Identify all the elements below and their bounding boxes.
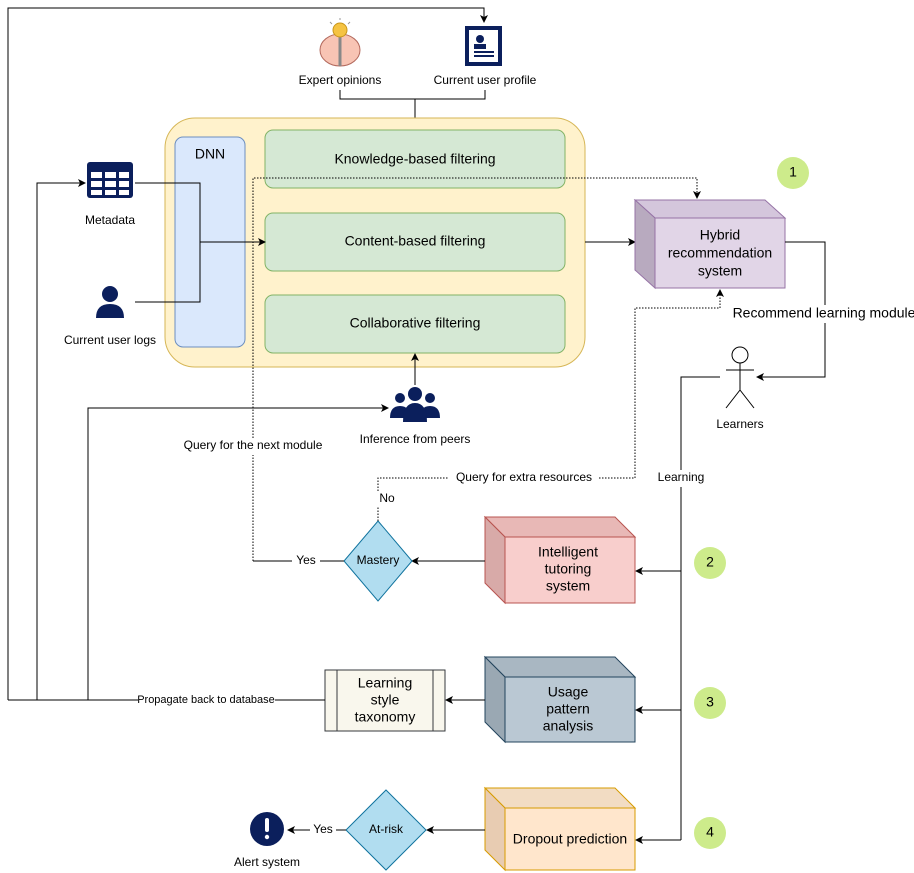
hybrid-label-line3: system [698, 263, 742, 279]
propagate-to-metadata-edge [36, 179, 86, 700]
current-user-profile-label: Current user profile [434, 73, 537, 87]
step-badge-4-label: 4 [706, 824, 714, 840]
query-extra-resources-label: Query for extra resources [456, 470, 592, 484]
yes-alert-label: Yes [313, 822, 333, 836]
propagate-label: Propagate back to database [137, 694, 275, 706]
dropout-prediction-box [483, 786, 637, 872]
learner-actor-icon [725, 346, 755, 409]
recommendation-architecture-diagram: Expert opinions Current user profile DNN… [7, 7, 914, 872]
learning-edge-label: Learning [658, 470, 705, 484]
table-grid-icon [87, 162, 133, 198]
no-label: No [379, 491, 395, 505]
inference-from-peers-label: Inference from peers [360, 432, 471, 446]
hybrid-label-line1: Hybrid [700, 227, 740, 243]
user-profile-card-icon [465, 26, 502, 66]
at-risk-label: At-risk [369, 822, 404, 836]
usage-label-line1: Usage [548, 684, 589, 700]
dropout-label: Dropout prediction [513, 831, 627, 847]
taxonomy-label-line2: style [371, 692, 400, 708]
recommend-edge-label: Recommend learning module [733, 305, 914, 321]
step-badge-2-label: 2 [706, 554, 714, 570]
inputs-merge-edge [339, 90, 486, 100]
expert-opinions-label: Expert opinions [299, 73, 382, 87]
taxonomy-label-line1: Learning [358, 675, 413, 691]
usage-label-line3: analysis [543, 718, 594, 734]
tutoring-label-line3: system [546, 578, 590, 594]
tutoring-label-line2: tutoring [545, 561, 592, 577]
learners-label: Learners [716, 417, 763, 431]
usage-label-line2: pattern [546, 701, 590, 717]
metadata-label: Metadata [85, 213, 135, 227]
query-next-module-label: Query for the next module [184, 438, 323, 452]
mastery-label: Mastery [357, 553, 400, 567]
learning-edge [680, 376, 720, 840]
user-group-icon [390, 387, 440, 422]
hybrid-label-line2: recommendation [668, 245, 772, 261]
tutoring-label-line1: Intelligent [538, 544, 598, 560]
user-icon [96, 286, 124, 318]
alert-icon [250, 812, 284, 846]
knowledge-based-filtering-label: Knowledge-based filtering [334, 151, 495, 167]
step-badge-1-label: 1 [789, 164, 797, 180]
content-based-filtering-label: Content-based filtering [345, 233, 486, 249]
taxonomy-label-line3: taxonomy [355, 709, 416, 725]
yes-label: Yes [296, 553, 316, 567]
alert-system-label: Alert system [234, 855, 300, 869]
brain-lightbulb-icon [319, 18, 361, 67]
dnn-label: DNN [195, 146, 225, 162]
current-user-logs-label: Current user logs [64, 333, 156, 347]
step-badge-3-label: 3 [706, 694, 714, 710]
collaborative-filtering-label: Collaborative filtering [350, 315, 481, 331]
